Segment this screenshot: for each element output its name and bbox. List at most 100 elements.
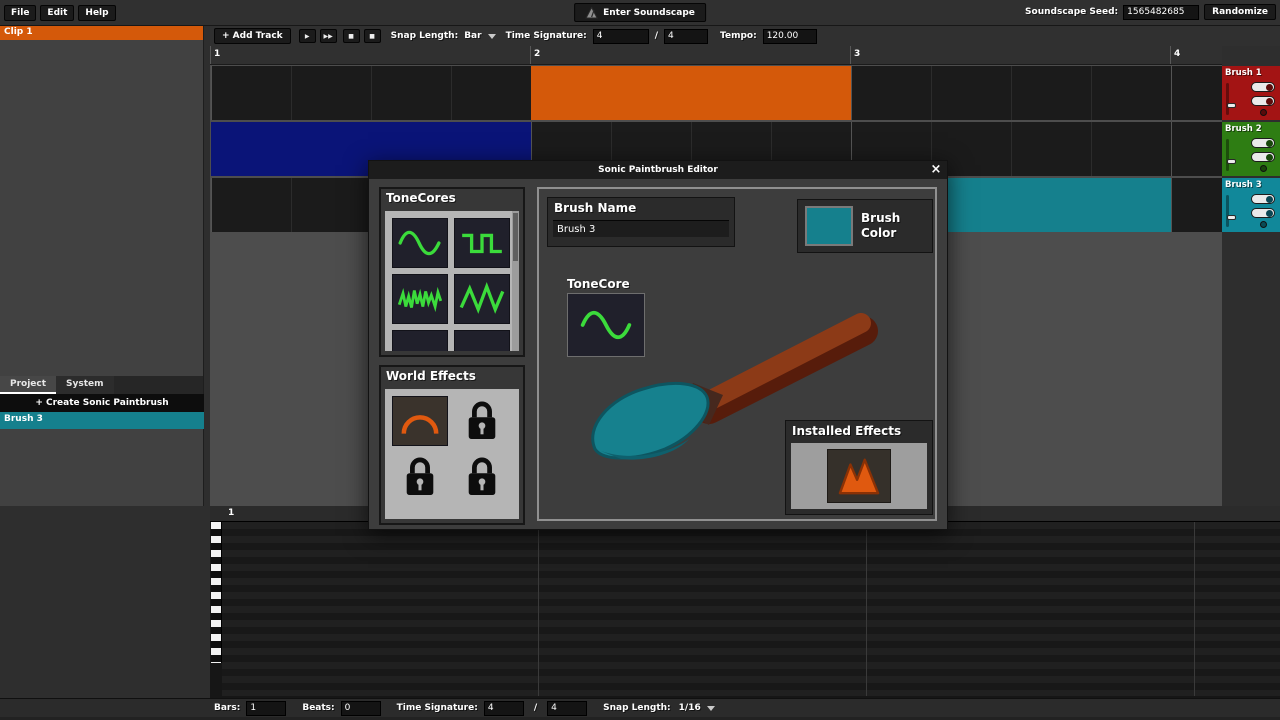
track-header-brush-1[interactable]: Brush 1 (1222, 66, 1280, 120)
toggle-knob (1266, 140, 1273, 147)
brush-color-swatch[interactable] (805, 206, 853, 246)
tonecore-tile-noise[interactable] (392, 274, 448, 324)
volume-slider[interactable] (1226, 195, 1229, 227)
track-lane-1[interactable] (211, 66, 1222, 120)
record-arm-led[interactable] (1260, 221, 1267, 228)
tonecore-tile-sine[interactable] (392, 218, 448, 268)
slider-knob[interactable] (1227, 215, 1236, 220)
stop-button[interactable]: ■ (343, 29, 360, 43)
randomize-button[interactable]: Randomize (1204, 4, 1276, 20)
bar-line (210, 46, 211, 64)
installed-effect-tile[interactable] (827, 449, 891, 503)
mute-toggle[interactable] (1251, 138, 1275, 148)
snap-length-value[interactable]: Bar (464, 31, 481, 41)
world-effect-tile-locked[interactable] (454, 396, 510, 446)
solo-toggle[interactable] (1251, 208, 1275, 218)
time-signature-separator: / (655, 31, 658, 41)
enter-soundscape-button[interactable]: Enter Soundscape (574, 3, 706, 22)
slider-knob[interactable] (1227, 103, 1236, 108)
menu-file[interactable]: File (4, 5, 36, 21)
world-effects-header: World Effects (381, 367, 523, 385)
menu-help[interactable]: Help (78, 5, 115, 21)
beats-input[interactable] (341, 701, 381, 716)
tonecore-tile-triangle[interactable] (454, 274, 510, 324)
toggle-knob (1266, 196, 1273, 203)
metronome-icon (585, 7, 598, 19)
mute-toggle[interactable] (1251, 194, 1275, 204)
record-button[interactable]: ■ (364, 29, 381, 43)
ruler-mark-3: 3 (854, 49, 860, 59)
top-menu-bar: File Edit Help Enter Soundscape Soundsca… (0, 0, 1280, 26)
record-arm-led[interactable] (1260, 109, 1267, 116)
clip-header[interactable]: Clip 1 (0, 26, 203, 40)
tempo-label: Tempo: (720, 31, 757, 41)
piano-roll[interactable]: 1 (210, 506, 1280, 698)
brush-name-header: Brush Name (548, 198, 734, 218)
close-icon[interactable]: × (928, 161, 944, 179)
world-effect-tile-locked[interactable] (392, 452, 448, 502)
chevron-down-icon[interactable] (488, 34, 496, 39)
world-effects-list[interactable] (385, 389, 519, 519)
world-effect-tile-arch[interactable] (392, 396, 448, 446)
mountain-icon (835, 455, 883, 497)
brush-list-item[interactable]: Brush 3 (0, 412, 204, 429)
bar-line (538, 522, 539, 696)
chevron-down-icon[interactable] (707, 706, 715, 711)
tonecore-tile[interactable] (454, 330, 510, 351)
time-signature-numerator-input[interactable] (593, 29, 649, 44)
tonecore-selected-label: ToneCore (567, 277, 630, 291)
audio-clip[interactable] (531, 66, 851, 120)
ruler-mark-1: 1 (214, 49, 220, 59)
skip-forward-button[interactable]: ▶▶ (320, 29, 337, 43)
scrollbar-thumb[interactable] (513, 213, 518, 261)
track-header-brush-2[interactable]: Brush 2 (1222, 122, 1280, 176)
tonecores-list[interactable] (385, 211, 519, 351)
piano-keys[interactable] (211, 522, 222, 663)
mute-toggle[interactable] (1251, 82, 1275, 92)
soundscape-seed-label: Soundscape Seed: (1025, 7, 1118, 17)
volume-slider[interactable] (1226, 83, 1229, 115)
status-time-signature-numerator-input[interactable] (484, 701, 524, 716)
tonecore-tile-square[interactable] (454, 218, 510, 268)
tempo-input[interactable] (763, 29, 817, 44)
world-effect-tile-locked[interactable] (454, 452, 510, 502)
scrollbar[interactable] (512, 211, 519, 351)
brush-name-input[interactable] (553, 220, 729, 237)
menu-edit[interactable]: Edit (40, 5, 74, 21)
lock-icon (463, 399, 501, 443)
add-track-button[interactable]: + Add Track (214, 28, 291, 44)
solo-toggle[interactable] (1251, 152, 1275, 162)
bar-line (866, 522, 867, 696)
status-time-signature-denominator-input[interactable] (547, 701, 587, 716)
timeline-ruler[interactable]: 1 2 3 4 (210, 46, 1222, 65)
bars-input[interactable] (246, 701, 286, 716)
bars-label: Bars: (214, 703, 240, 713)
track-name: Brush 3 (1222, 178, 1280, 192)
slider-knob[interactable] (1227, 159, 1236, 164)
installed-effects-group: Installed Effects (785, 420, 933, 515)
play-button[interactable]: ▶ (299, 29, 316, 43)
installed-effects-list[interactable] (791, 443, 927, 509)
noise-wave-icon (397, 282, 443, 316)
soundscape-seed-input[interactable] (1123, 5, 1199, 20)
brush-color-group: Brush Color (797, 199, 933, 253)
brush-editor-panel: Brush Name Brush Color ToneCore (537, 187, 937, 521)
volume-slider[interactable] (1226, 139, 1229, 171)
tonecores-header: ToneCores (381, 189, 523, 207)
status-snap-length-value[interactable]: 1/16 (679, 703, 701, 713)
browser-tabs: Project System (0, 376, 204, 394)
time-signature-denominator-input[interactable] (664, 29, 708, 44)
create-sonic-paintbrush-button[interactable]: + Create Sonic Paintbrush (0, 394, 204, 412)
dialog-title-bar[interactable]: Sonic Paintbrush Editor × (369, 161, 947, 179)
note-grid[interactable] (222, 522, 1280, 696)
tonecore-tile[interactable] (392, 330, 448, 351)
track-name: Brush 2 (1222, 122, 1280, 136)
track-header-brush-3[interactable]: Brush 3 (1222, 178, 1280, 232)
solo-toggle[interactable] (1251, 96, 1275, 106)
toggle-knob (1266, 210, 1273, 217)
record-arm-led[interactable] (1260, 165, 1267, 172)
tab-system[interactable]: System (56, 376, 114, 394)
status-snap-length-label: Snap Length: (603, 703, 671, 713)
tab-project[interactable]: Project (0, 376, 56, 394)
app-window: File Edit Help Enter Soundscape Soundsca… (0, 0, 1280, 720)
